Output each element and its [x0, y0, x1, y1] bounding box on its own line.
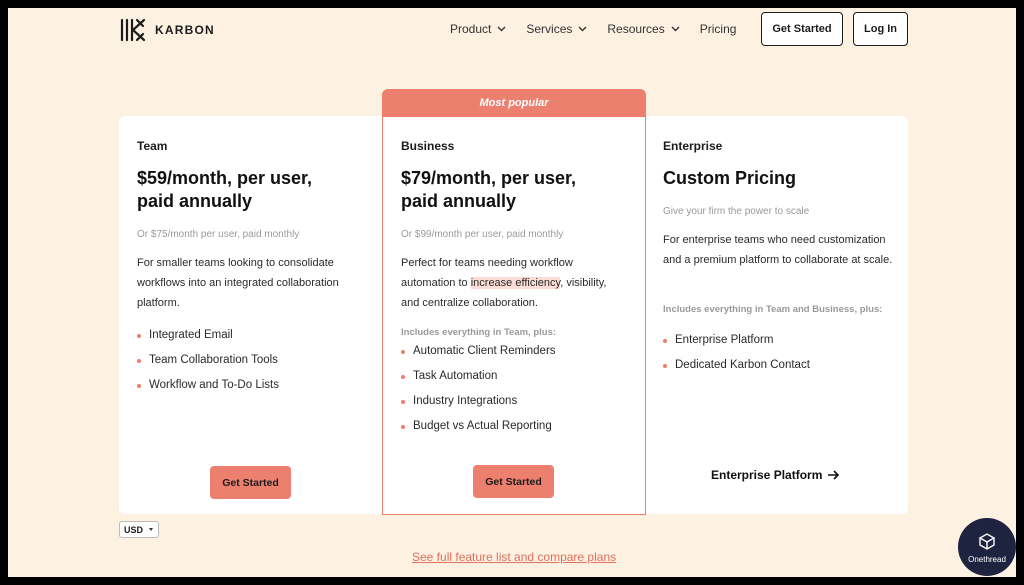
link-label: Enterprise Platform: [711, 468, 823, 482]
karbon-logo-icon: [120, 18, 146, 42]
bullet-icon: [137, 334, 141, 338]
bullet-icon: [137, 359, 141, 363]
compare-plans-link[interactable]: See full feature list and compare plans: [412, 550, 616, 564]
list-item: Integrated Email: [137, 329, 279, 354]
includes-note: Includes everything in Team, plus:: [401, 327, 557, 338]
nav-item-pricing[interactable]: Pricing: [700, 22, 737, 36]
nav-item-product[interactable]: Product: [450, 22, 506, 36]
bullet-icon: [401, 375, 405, 379]
plan-monthly-price: Or $75/month per user, paid monthly: [137, 229, 300, 240]
nav-label: Services: [526, 22, 573, 36]
chevron-down-icon: [497, 26, 506, 32]
list-item: Enterprise Platform: [663, 334, 810, 359]
page-frame: KARBON Product Services Resources Pricin…: [8, 8, 1016, 577]
list-item: Dedicated Karbon Contact: [663, 359, 810, 384]
caret-down-icon: [149, 528, 154, 531]
logo-text: KARBON: [155, 23, 215, 37]
list-item: Budget vs Actual Reporting: [401, 420, 556, 445]
feature-list: Integrated Email Team Collaboration Tool…: [137, 329, 279, 404]
bullet-icon: [137, 384, 141, 388]
watermark-text: Onethread: [968, 554, 1006, 564]
list-item: Industry Integrations: [401, 395, 556, 420]
bullet-icon: [401, 350, 405, 354]
feature-list: Enterprise Platform Dedicated Karbon Con…: [663, 334, 810, 384]
plan-tagline: Give your firm the power to scale: [663, 206, 810, 217]
currency-select[interactable]: USD: [119, 521, 159, 538]
feature-label: Workflow and To-Do Lists: [149, 379, 279, 391]
most-popular-badge: Most popular: [382, 89, 646, 117]
plan-price: Custom Pricing: [663, 168, 797, 188]
chevron-down-icon: [578, 26, 587, 32]
list-item: Automatic Client Reminders: [401, 345, 556, 370]
list-item: Team Collaboration Tools: [137, 354, 279, 379]
feature-label: Dedicated Karbon Contact: [675, 359, 810, 371]
nav-label: Resources: [607, 22, 665, 36]
highlighted-text: increase efficiency: [470, 277, 561, 289]
feature-label: Enterprise Platform: [675, 334, 774, 346]
feature-label: Industry Integrations: [413, 395, 518, 407]
includes-note: Includes everything in Team and Business…: [663, 304, 883, 315]
onethread-watermark: Onethread: [958, 518, 1016, 576]
bullet-icon: [663, 364, 667, 368]
team-get-started-button[interactable]: Get Started: [210, 466, 291, 499]
plan-price: $59/month, per user, paid annually: [137, 168, 313, 211]
plan-name: Enterprise: [663, 139, 723, 153]
main-nav: Product Services Resources Pricing: [450, 22, 736, 36]
nav-item-resources[interactable]: Resources: [607, 22, 680, 36]
feature-label: Automatic Client Reminders: [413, 345, 556, 357]
bullet-icon: [663, 339, 667, 343]
bullet-icon: [401, 425, 405, 429]
enterprise-platform-link[interactable]: Enterprise Platform: [711, 468, 840, 482]
plan-name: Team: [137, 139, 168, 153]
list-item: Task Automation: [401, 370, 556, 395]
list-item: Workflow and To-Do Lists: [137, 379, 279, 404]
login-button[interactable]: Log In: [853, 12, 908, 46]
nav-label: Product: [450, 22, 492, 36]
header-get-started-button[interactable]: Get Started: [761, 12, 843, 46]
nav-item-services[interactable]: Services: [526, 22, 587, 36]
feature-label: Task Automation: [413, 370, 498, 382]
plan-price: $79/month, per user, paid annually: [401, 168, 577, 211]
feature-label: Team Collaboration Tools: [149, 354, 278, 366]
karbon-logo[interactable]: KARBON: [119, 16, 215, 44]
plan-description: For enterprise teams who need customizat…: [663, 234, 893, 266]
nav-label: Pricing: [699, 22, 737, 36]
feature-label: Integrated Email: [149, 329, 233, 341]
bullet-icon: [401, 400, 405, 404]
chevron-down-icon: [671, 26, 680, 32]
plan-description: For smaller teams looking to consolidate…: [137, 257, 339, 309]
plan-name: Business: [401, 139, 455, 153]
business-get-started-button[interactable]: Get Started: [473, 465, 554, 498]
plan-monthly-price: Or $99/month per user, paid monthly: [401, 229, 564, 240]
currency-value: USD: [124, 524, 144, 535]
plan-description: Perfect for teams needing workflow autom…: [401, 253, 616, 313]
arrow-right-icon: [828, 470, 840, 480]
onethread-logo-icon: [978, 532, 996, 550]
feature-label: Budget vs Actual Reporting: [413, 420, 552, 432]
feature-list: Automatic Client Reminders Task Automati…: [401, 345, 556, 445]
